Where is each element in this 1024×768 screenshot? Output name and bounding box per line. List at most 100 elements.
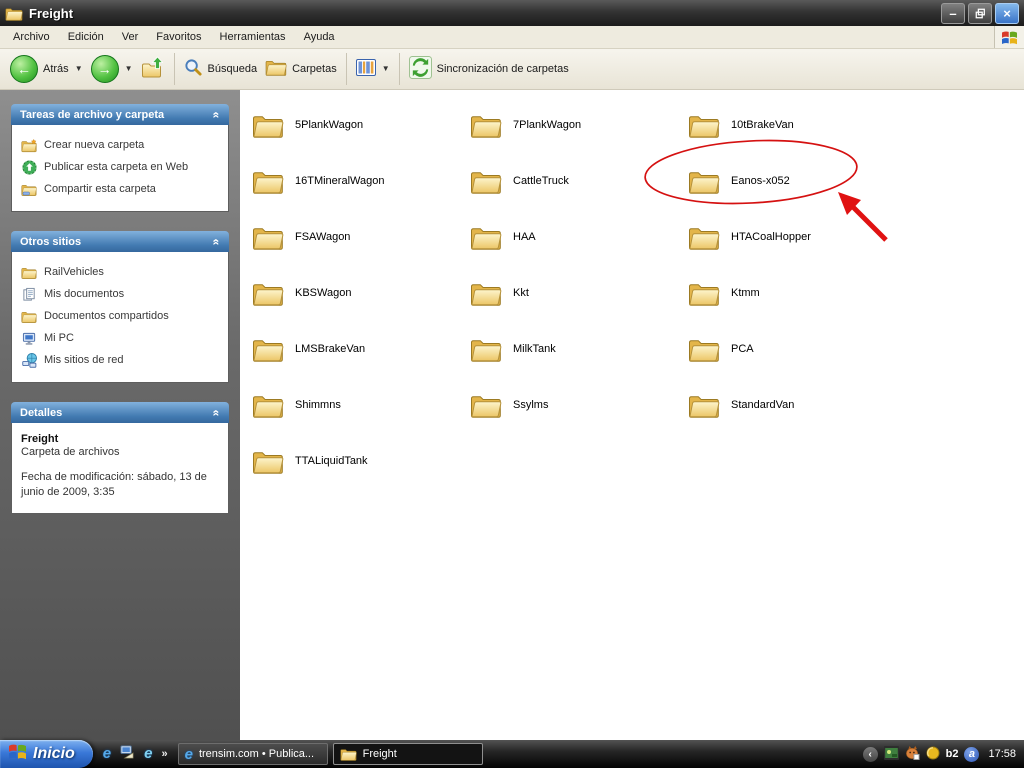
- folder-icon: [252, 392, 284, 418]
- quick-launch-overflow-chevron[interactable]: »: [161, 748, 167, 760]
- folder-item[interactable]: FSAWagon: [252, 209, 470, 265]
- menu-item[interactable]: Ver: [113, 28, 148, 46]
- sync-button[interactable]: Sincronización de carpetas: [405, 53, 573, 85]
- menu-item[interactable]: Herramientas: [211, 28, 295, 46]
- tray-b2-badge[interactable]: b2: [946, 748, 959, 760]
- task-pane: Tareas de archivo y carpeta « Crear nueva …: [0, 89, 240, 740]
- sync-icon: [409, 56, 432, 82]
- folder-icon: [688, 392, 720, 418]
- folder-item[interactable]: MilkTank: [470, 321, 688, 377]
- back-button[interactable]: ← Atrás ▼: [6, 52, 87, 86]
- emule-tray-icon[interactable]: [905, 745, 920, 763]
- gold-tray-icon[interactable]: [926, 746, 940, 763]
- panel-header[interactable]: Tareas de archivo y carpeta «: [11, 104, 229, 125]
- panel-header[interactable]: Otros sitios«: [11, 231, 229, 252]
- sidebar-item[interactable]: RailVehicles: [20, 261, 220, 283]
- sidebar-item[interactable]: Mis sitios de red: [20, 349, 220, 371]
- folder-label: StandardVan: [731, 399, 794, 411]
- sidebar-item[interactable]: Mis documentos: [20, 283, 220, 305]
- forward-dropdown-icon[interactable]: ▼: [125, 64, 133, 73]
- chevron-up-icon[interactable]: «: [210, 238, 224, 245]
- panel-header[interactable]: Detalles «: [11, 402, 229, 423]
- sidebar-panel: Detalles«FreightCarpeta de archivosFecha…: [11, 402, 229, 514]
- menu-item[interactable]: Favoritos: [147, 28, 210, 46]
- folder-item[interactable]: KBSWagon: [252, 265, 470, 321]
- folder-item[interactable]: HAA: [470, 209, 688, 265]
- folder-item[interactable]: 16TMineralWagon: [252, 153, 470, 209]
- folder-item[interactable]: Ssylms: [470, 377, 688, 433]
- taskbar-task-trensim[interactable]: etrensim.com • Publica...: [178, 743, 328, 765]
- folder-item[interactable]: 5PlankWagon: [252, 97, 470, 153]
- folder-icon: [252, 336, 284, 362]
- views-dropdown-icon[interactable]: ▼: [382, 64, 390, 73]
- sidebar-item[interactable]: Compartir esta carpeta: [20, 178, 220, 200]
- folder-item[interactable]: 7PlankWagon: [470, 97, 688, 153]
- folder-item[interactable]: 10tBrakeVan: [688, 97, 906, 153]
- details-folder-type: Carpeta de archivos: [20, 445, 220, 459]
- media-tray-icon[interactable]: [884, 746, 899, 763]
- folder-label: Ssylms: [513, 399, 548, 411]
- folder-label: 7PlankWagon: [513, 119, 581, 131]
- folder-label: Eanos-x052: [731, 175, 790, 187]
- window-folder-icon: [5, 6, 23, 21]
- folder-label: Kkt: [513, 287, 529, 299]
- tray-collapse-chevron-icon[interactable]: ‹: [863, 747, 878, 762]
- show-desktop-icon[interactable]: [120, 745, 135, 764]
- chevron-up-icon[interactable]: «: [210, 409, 224, 416]
- folder-item[interactable]: PCA: [688, 321, 906, 377]
- search-icon: [184, 58, 203, 80]
- panel-title: Tareas de archivo y carpeta: [20, 109, 164, 121]
- folders-label: Carpetas: [292, 63, 337, 75]
- folder-item[interactable]: Shimmns: [252, 377, 470, 433]
- views-button[interactable]: ▼: [352, 56, 394, 82]
- menu-item[interactable]: Archivo: [4, 28, 59, 46]
- folders-icon: [265, 58, 287, 79]
- my-documents-icon: [21, 286, 37, 302]
- menu-item[interactable]: Edición: [59, 28, 113, 46]
- avast-tray-icon[interactable]: a: [964, 747, 979, 762]
- folder-item[interactable]: CattleTruck: [470, 153, 688, 209]
- folder-item-eanos-x052[interactable]: Eanos-x052: [688, 153, 906, 209]
- sidebar-item[interactable]: Crear nueva carpeta: [20, 134, 220, 156]
- folder-icon: [470, 112, 502, 138]
- folder-item[interactable]: LMSBrakeVan: [252, 321, 470, 377]
- start-button[interactable]: Inicio: [0, 740, 93, 768]
- sidebar-item[interactable]: Publicar esta carpeta en Web: [20, 156, 220, 178]
- folder-icon: [688, 336, 720, 362]
- sidebar-panel: Tareas de archivo y carpeta « Crear nueva …: [11, 104, 229, 212]
- menu-item[interactable]: Ayuda: [295, 28, 344, 46]
- sidebar-item[interactable]: Mi PC: [20, 327, 220, 349]
- folder-icon: [340, 747, 357, 761]
- publish-web-icon: [21, 159, 37, 175]
- folder-item[interactable]: TTALiquidTank: [252, 433, 470, 489]
- views-icon: [356, 59, 376, 79]
- chevron-up-icon[interactable]: «: [210, 111, 224, 118]
- share-folder-icon: [21, 181, 37, 197]
- folder-item[interactable]: Kkt: [470, 265, 688, 321]
- folders-button[interactable]: Carpetas: [261, 55, 341, 82]
- folder-icon: [252, 112, 284, 138]
- folder-item[interactable]: StandardVan: [688, 377, 906, 433]
- forward-button[interactable]: → ▼: [87, 52, 137, 86]
- folder-item[interactable]: Ktmm: [688, 265, 906, 321]
- minimize-button[interactable]: –: [941, 3, 965, 24]
- restore-button[interactable]: [968, 3, 992, 24]
- quick-launch: e e »: [93, 745, 178, 764]
- folder-icon: [470, 336, 502, 362]
- folder-icon: [688, 280, 720, 306]
- close-button[interactable]: ×: [995, 3, 1019, 24]
- sidebar-item[interactable]: Documentos compartidos: [20, 305, 220, 327]
- up-button[interactable]: [137, 53, 169, 84]
- ie-icon[interactable]: e: [103, 745, 111, 763]
- folder-label: LMSBrakeVan: [295, 343, 365, 355]
- back-dropdown-icon[interactable]: ▼: [75, 64, 83, 73]
- folder-label: CattleTruck: [513, 175, 569, 187]
- network-icon: [21, 352, 37, 368]
- folder-icon: [252, 168, 284, 194]
- taskbar-clock[interactable]: 17:58: [988, 748, 1016, 760]
- search-button[interactable]: Búsqueda: [180, 55, 262, 83]
- folder-item[interactable]: HTACoalHopper: [688, 209, 906, 265]
- ie-alt-icon[interactable]: e: [144, 745, 152, 763]
- taskbar-task-freight[interactable]: Freight: [333, 743, 483, 765]
- panel-title: Detalles: [20, 407, 62, 419]
